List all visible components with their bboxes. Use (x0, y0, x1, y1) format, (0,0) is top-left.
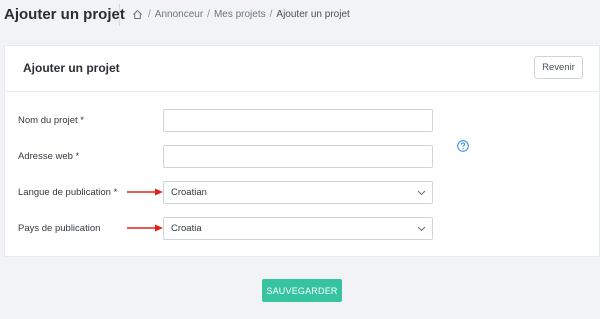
home-icon[interactable] (132, 9, 143, 20)
publication-language-select[interactable]: Croatian (163, 181, 433, 204)
header-divider (119, 4, 120, 26)
top-bar: Ajouter un projet / Annonceur / Mes proj… (0, 0, 600, 34)
annotation-arrow-icon (127, 188, 163, 196)
publication-language-label: Langue de publication * (18, 187, 118, 198)
web-address-input[interactable] (163, 145, 433, 168)
back-button[interactable]: Revenir (534, 56, 583, 79)
chevron-down-icon (417, 226, 426, 232)
publication-country-label: Pays de publication (18, 223, 101, 234)
project-name-input[interactable] (163, 109, 433, 132)
publication-country-value: Croatia (171, 223, 202, 234)
web-address-label: Adresse web * (18, 151, 80, 162)
publication-country-select[interactable]: Croatia (163, 217, 433, 240)
card-header: Ajouter un projet Revenir (5, 46, 599, 92)
chevron-down-icon (417, 190, 426, 196)
publication-language-value: Croatian (171, 187, 207, 198)
breadcrumb: / Annonceur / Mes projets / Ajouter un p… (132, 9, 350, 20)
breadcrumb-separator: / (207, 9, 210, 20)
breadcrumb-separator: / (148, 9, 151, 20)
page-title: Ajouter un projet (4, 6, 125, 23)
breadcrumb-item-mes-projets[interactable]: Mes projets (214, 9, 266, 20)
save-button[interactable]: SAUVEGARDER (262, 279, 342, 302)
breadcrumb-separator: / (269, 9, 273, 20)
question-circle-icon[interactable] (457, 140, 469, 152)
annotation-arrow-icon (127, 224, 163, 232)
project-name-label: Nom du projet * (18, 115, 85, 126)
card-title: Ajouter un projet (23, 61, 120, 75)
breadcrumb-item-annonceur[interactable]: Annonceur (155, 9, 203, 20)
breadcrumb-item-current: Ajouter un projet (276, 9, 350, 20)
